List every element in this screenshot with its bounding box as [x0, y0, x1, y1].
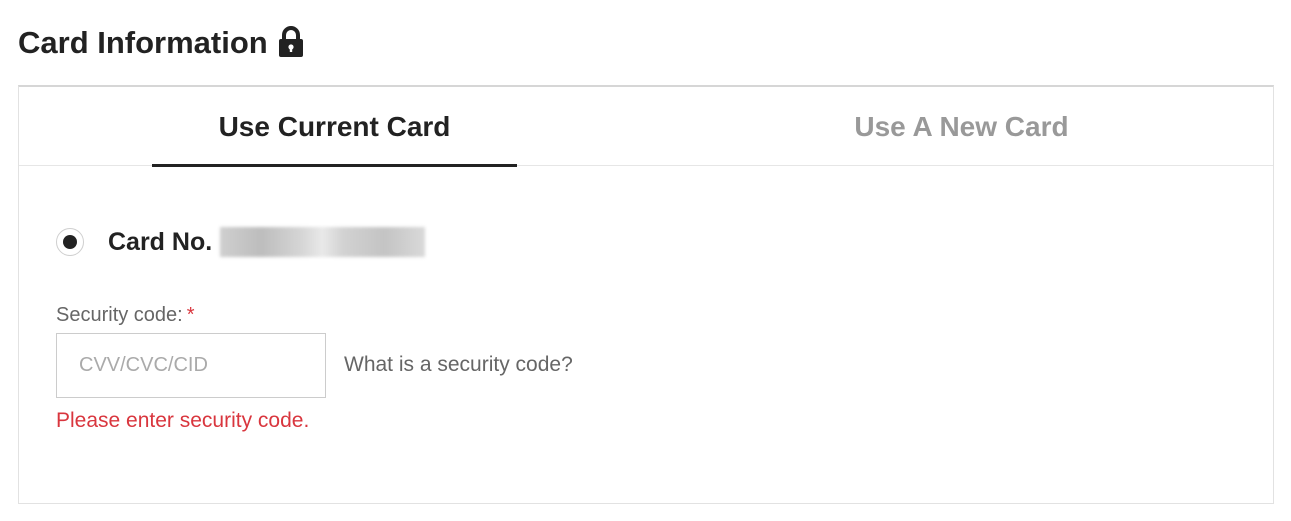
page-title: Card Information	[18, 24, 268, 60]
card-panel: Use Current Card Use A New Card Card No.…	[18, 85, 1274, 504]
security-code-help-link[interactable]: What is a security code?	[344, 353, 573, 377]
card-number-label: Card No.	[108, 227, 213, 256]
current-card-option[interactable]: Card No.	[56, 227, 426, 257]
security-code-label: Security code: *	[56, 304, 195, 327]
card-information-page: Card Information Use Current Card Use A …	[0, 0, 1291, 521]
masked-card-number	[220, 227, 426, 257]
tab-use-current-card[interactable]: Use Current Card	[152, 87, 517, 167]
security-code-label-text: Security code:	[56, 304, 183, 326]
radio-selected-dot	[63, 235, 77, 249]
lock-icon	[276, 26, 306, 58]
card-radio-button[interactable]	[56, 228, 84, 256]
card-tabs: Use Current Card Use A New Card	[19, 87, 1273, 167]
security-code-input[interactable]	[56, 333, 326, 398]
security-code-error: Please enter security code.	[56, 409, 310, 432]
section-header: Card Information	[18, 26, 306, 58]
required-marker: *	[186, 304, 195, 326]
tab-use-new-card[interactable]: Use A New Card	[779, 87, 1144, 166]
